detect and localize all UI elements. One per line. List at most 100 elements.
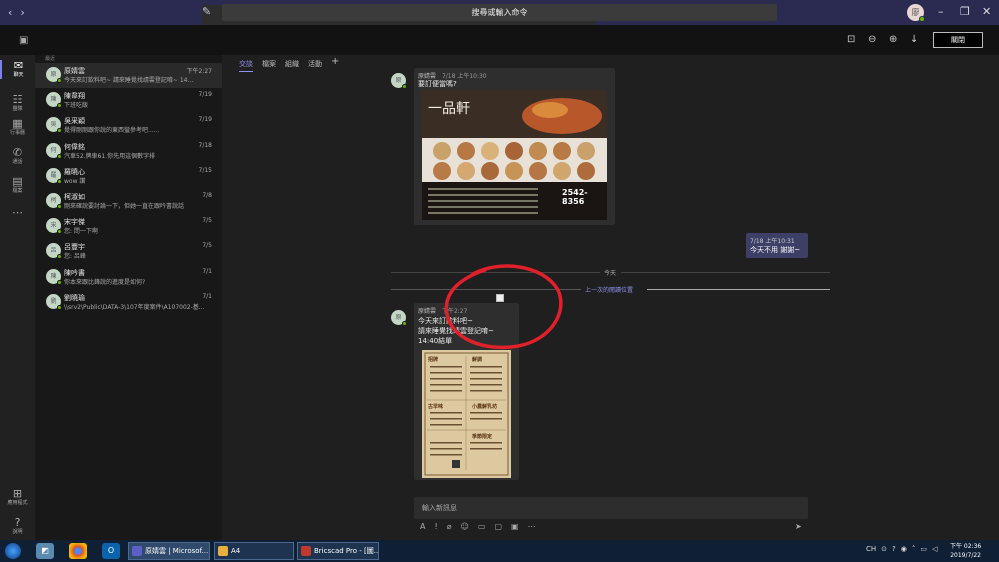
sticker-icon[interactable]: ▢: [494, 522, 502, 531]
chat-list-item[interactable]: 呂呂豐宇 您: 呂峰 7/5: [35, 239, 222, 264]
more-options-icon[interactable]: ⋯: [528, 522, 536, 531]
send-icon[interactable]: ➤: [795, 522, 802, 531]
profile-avatar[interactable]: 廖: [907, 4, 925, 22]
chat-preview: 覺得剛剛跟你說的東西蠻參考吧......: [64, 127, 160, 135]
chat-list-item[interactable]: 陳陳韋翔 下班吃飯 7/19: [35, 88, 222, 113]
maximize-icon[interactable]: ❐: [960, 5, 970, 18]
chat-date: 7/19: [198, 116, 212, 124]
menu-section: 小農鮮乳坊: [472, 404, 498, 410]
chat-list-item[interactable]: 陳陳吟書 你本來跟比鋒說的進度是如何? 7/1: [35, 265, 222, 290]
zoom-out-icon[interactable]: ⊖: [868, 34, 876, 45]
chat-avatar: 柯: [46, 193, 62, 209]
tab-activity[interactable]: 活動: [308, 59, 322, 72]
chat-date: 7/15: [198, 166, 212, 174]
today-label: 今天: [604, 270, 617, 277]
close-window-icon[interactable]: ✕: [982, 5, 991, 18]
chat-date: 7/5: [202, 242, 212, 250]
chat-preview: 今天來訂飲料吧~ 請來睡覺找靖雲登記唷~ 14...: [64, 77, 194, 84]
drink-menu-image[interactable]: 招牌 鮮調 古早味 小農鮮乳坊 季節限定: [422, 350, 511, 478]
taskbar-app-teams[interactable]: 原婧雲 | Microsof...: [128, 542, 210, 560]
important-icon[interactable]: !: [434, 522, 437, 531]
message-avatar[interactable]: 原: [391, 310, 407, 326]
input-language[interactable]: CH: [866, 545, 876, 553]
close-viewer-button[interactable]: 關閉: [933, 32, 983, 48]
zoom-in-icon[interactable]: ⊕: [889, 34, 897, 45]
bento-phone: 2542-8356: [562, 188, 588, 206]
red-annotation-circle: [444, 264, 563, 350]
minimize-icon[interactable]: –: [938, 5, 944, 18]
chat-date: 7/18: [198, 141, 212, 149]
back-icon[interactable]: ‹: [8, 6, 12, 19]
chat-avatar: 羅: [46, 167, 62, 184]
chrome-icon[interactable]: [69, 543, 87, 559]
chat-avatar: 何: [46, 142, 62, 159]
system-tray: CH ⊙ ? ◉ ˄ ▭ ◁: [866, 545, 937, 553]
search-input[interactable]: 搜尋或輸入命令: [222, 4, 777, 21]
rail-help[interactable]: ? 說明: [0, 517, 35, 536]
rail-chat[interactable]: ✉ 聊天: [0, 60, 35, 79]
rail-calls[interactable]: ✆ 通話: [0, 147, 35, 166]
taskbar-app-folder[interactable]: A4: [214, 542, 294, 560]
app-rail: ✉ 聊天 ☷ 團隊 ▦ 行事曆 ✆ 通話 ▤ 檔案 ⋯ ⊞ 應用程式 ? 說明: [0, 55, 35, 540]
teams-icon: ☷: [12, 93, 23, 106]
pinned-app-icon[interactable]: ◩: [36, 543, 54, 559]
menu-section: 古早味: [428, 404, 444, 410]
rail-calendar[interactable]: ▦ 行事曆: [0, 118, 35, 137]
message-text: 要訂便當嗎?: [418, 80, 457, 88]
emoji-icon[interactable]: ☺: [461, 522, 469, 531]
chat-list-item[interactable]: 吳吳采穎 覺得剛剛跟你說的東西蠻參考吧...... 7/19: [35, 113, 222, 138]
chat-date: 7/8: [202, 192, 212, 199]
attach-icon[interactable]: ⌀: [447, 522, 452, 531]
clock[interactable]: 下午 02:36 2019/7/22: [950, 542, 981, 560]
ime-icon[interactable]: ⊙: [881, 545, 887, 553]
message-avatar[interactable]: 原: [391, 73, 407, 89]
chat-list-item[interactable]: 羅羅曉心 wow 讚 7/15: [35, 164, 222, 189]
chat-avatar: 陳: [46, 268, 62, 285]
conversation-tabs: 交談 檔案 組織 活動 +: [239, 56, 339, 72]
forward-icon[interactable]: ›: [20, 6, 24, 19]
compose-placeholder: 輸入新訊息: [422, 504, 457, 512]
fit-screen-icon[interactable]: ⊡: [847, 34, 855, 45]
gif-icon[interactable]: ▭: [478, 522, 486, 531]
rail-files[interactable]: ▤ 檔案: [0, 176, 35, 195]
files-icon: ▤: [12, 175, 23, 188]
chat-preview: 您: 問一下啊: [64, 228, 98, 236]
download-icon[interactable]: ↓: [910, 34, 918, 45]
bento-brand: 一品軒: [428, 101, 470, 117]
chat-preview: 剛來確說要討論一下，但她一直在跟吟書說話: [64, 203, 185, 210]
chat-list-item[interactable]: 宋宋宇傑 您: 問一下啊 7/5: [35, 214, 222, 239]
chat-list-item[interactable]: 柯柯淑如 剛來確說要討論一下，但她一直在跟吟書說話 7/8: [35, 189, 222, 214]
more-icon: ⋯: [12, 206, 23, 219]
chat-list-item[interactable]: 何何偉銘 汽車52.牌車61.你先用這個數字排 7/18: [35, 139, 222, 164]
chat-list: 最近 原原婧雲 今天來訂飲料吧~ 請來睡覺找靖雲登記唷~ 14... 下午2:27 陳…: [35, 55, 222, 540]
title-bar: ‹ › ✎ 搜尋或輸入命令 廖 – ❐ ✕: [0, 0, 999, 27]
message-compose-box[interactable]: 輸入新訊息: [414, 497, 808, 519]
volume-icon[interactable]: ◁: [932, 545, 937, 553]
tab-files[interactable]: 檔案: [262, 59, 276, 72]
network-icon[interactable]: ▭: [920, 545, 927, 553]
tray-app-icon[interactable]: ◉: [901, 545, 907, 553]
format-icon[interactable]: A: [420, 522, 425, 531]
help-tray-icon[interactable]: ?: [892, 545, 896, 553]
rail-apps[interactable]: ⊞ 應用程式: [0, 488, 35, 507]
outlook-icon[interactable]: O: [102, 543, 120, 559]
chat-list-item[interactable]: 原原婧雲 今天來訂飲料吧~ 請來睡覺找靖雲登記唷~ 14... 下午2:27: [35, 63, 222, 88]
today-divider-right: [621, 272, 830, 273]
calendar-icon: ▦: [12, 117, 23, 130]
chat-avatar: 吳: [46, 117, 62, 134]
tab-chat[interactable]: 交談: [239, 59, 253, 72]
chevron-up-icon[interactable]: ˄: [912, 545, 916, 553]
taskbar-app-bricscad[interactable]: Bricscad Pro - [圖...: [297, 542, 379, 560]
message-time: 7/18 上午10:31: [750, 238, 795, 245]
bento-menu-image[interactable]: 一品軒 2542-8356: [422, 90, 607, 220]
meet-icon[interactable]: ▣: [511, 522, 519, 531]
rail-teams[interactable]: ☷ 團隊: [0, 94, 35, 113]
chat-preview: 您: 呂峰: [64, 253, 86, 261]
add-tab-icon[interactable]: +: [331, 56, 339, 72]
last-read-label: 上一次的閱讀位置: [585, 287, 634, 294]
rail-more[interactable]: ⋯: [0, 207, 35, 219]
tab-org[interactable]: 組織: [285, 59, 299, 72]
start-button[interactable]: [5, 543, 21, 559]
my-message-bubble: 7/18 上午10:31 今天不用 謝謝~: [746, 233, 808, 258]
chat-list-item[interactable]: 劉劉曉瑜 \\srv2\Public\DATA-3\107年度案件\A107002…: [35, 290, 222, 315]
